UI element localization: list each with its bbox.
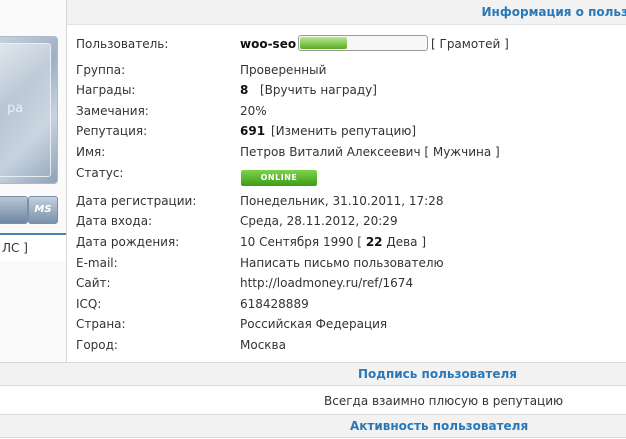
left-column: pa MS ЛС ] bbox=[0, 0, 67, 362]
country-label: Страна: bbox=[76, 317, 126, 331]
avatar: pa bbox=[0, 36, 58, 184]
signature-text: Всегда взаимно плюсую в репутацию bbox=[324, 394, 564, 408]
rating-progress-fill bbox=[300, 37, 347, 49]
diplomas-link[interactable]: [ Грамотей ] bbox=[431, 37, 509, 51]
signature-title: Подпись пользователя bbox=[358, 367, 517, 381]
reg-date-label: Дата регистрации: bbox=[76, 194, 197, 208]
ms-button[interactable]: MS bbox=[28, 196, 58, 224]
birth-age: 22 bbox=[365, 235, 383, 249]
birth-date-text: 10 Сентября 1990 [ bbox=[240, 235, 366, 249]
email-link[interactable]: Написать письмо пользователю bbox=[240, 256, 444, 270]
pm-link[interactable]: ЛС ] bbox=[2, 241, 28, 255]
awards-count: 8 bbox=[240, 83, 249, 97]
reg-date-value: Понедельник, 31.10.2011, 17:28 bbox=[240, 194, 444, 208]
reputation-value: 691 bbox=[240, 124, 266, 138]
icq-label: ICQ: bbox=[76, 297, 102, 311]
avatar-text: pa bbox=[7, 101, 24, 116]
change-reputation-link[interactable]: [Изменить репутацию] bbox=[271, 124, 416, 138]
rating-progress-bar bbox=[298, 35, 428, 51]
status-label: Статус: bbox=[76, 166, 124, 180]
activity-title: Активность пользователя bbox=[350, 419, 529, 433]
birth-date-label: Дата рождения: bbox=[76, 235, 180, 249]
profile-header-title: Информация о польз bbox=[481, 5, 626, 19]
city-label: Город: bbox=[76, 338, 118, 352]
online-status-badge: ONLINE bbox=[241, 170, 317, 186]
birth-date-value: 10 Сентября 1990 [ 22 Дева ] bbox=[240, 235, 426, 249]
name-value: Петров Виталий Алексеевич [ Мужчина ] bbox=[240, 145, 500, 159]
profile-header: Информация о польз bbox=[67, 0, 626, 25]
pm-row: ЛС ] bbox=[0, 233, 66, 261]
warnings-label: Замечания: bbox=[76, 104, 149, 118]
signature-section-header: Подпись пользователя bbox=[0, 362, 626, 386]
warnings-value: 20% bbox=[240, 104, 267, 118]
name-label: Имя: bbox=[76, 145, 106, 159]
user-label: Пользователь: bbox=[76, 37, 169, 51]
country-value: Российская Федерация bbox=[240, 317, 388, 331]
username: woo-seo bbox=[240, 37, 297, 51]
reputation-label: Репутация: bbox=[76, 124, 148, 138]
zodiac-sign: Дева ] bbox=[382, 235, 427, 249]
login-date-value: Среда, 28.11.2012, 20:29 bbox=[240, 214, 398, 228]
icq-value: 618428889 bbox=[240, 297, 309, 311]
group-label: Группа: bbox=[76, 63, 126, 77]
activity-section-header: Активность пользователя bbox=[0, 414, 626, 438]
give-award-link[interactable]: [Вручить награду] bbox=[260, 83, 377, 97]
profile-action-button[interactable] bbox=[0, 196, 28, 224]
login-date-label: Дата входа: bbox=[76, 214, 153, 228]
site-link[interactable]: http://loadmoney.ru/ref/1674 bbox=[240, 276, 413, 290]
email-label: E-mail: bbox=[76, 256, 118, 270]
awards-label: Награды: bbox=[76, 83, 136, 97]
site-label: Сайт: bbox=[76, 276, 111, 290]
group-value: Проверенный bbox=[240, 63, 327, 77]
city-value: Москва bbox=[240, 338, 286, 352]
